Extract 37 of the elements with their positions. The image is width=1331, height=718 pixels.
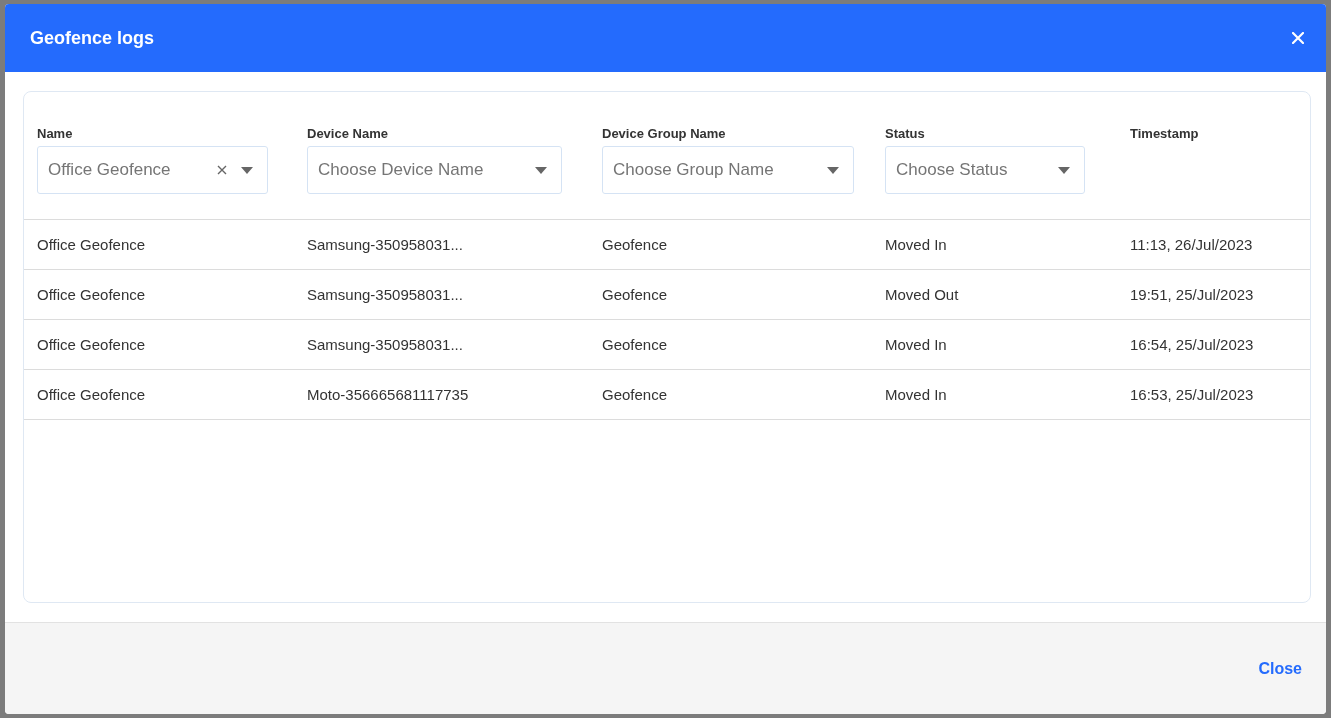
table-cell-text: Moved In xyxy=(885,236,948,253)
table-cell-text: Samsung-350958031... xyxy=(307,336,464,353)
close-button[interactable]: Close xyxy=(1258,655,1302,682)
filter-select[interactable]: Choose Device Name xyxy=(307,146,562,194)
table-cell-text: Office Geofence xyxy=(37,336,147,353)
filter-select[interactable]: Office Geofence xyxy=(37,146,268,194)
table-cell-text: Samsung-350958031... xyxy=(307,236,464,253)
close-icon[interactable] xyxy=(1292,32,1304,44)
table-cell-text: Office Geofence xyxy=(37,286,147,303)
column-header: Timestamp xyxy=(1130,126,1199,141)
table-cell-text: Samsung-350958031... xyxy=(307,286,464,303)
clear-icon[interactable] xyxy=(217,165,227,175)
table-cell-text: Geofence xyxy=(602,336,669,353)
table-cell-text: Moto-356665681117735 xyxy=(307,386,470,403)
column-header: Name xyxy=(37,126,73,141)
filter-select[interactable]: Choose Status xyxy=(885,146,1085,194)
table-cell-text: Office Geofence xyxy=(37,236,147,253)
window-title: Geofence logs xyxy=(30,27,155,49)
table-cell-text: Geofence xyxy=(602,236,669,253)
table-cell-text: 19:51, 25/Jul/2023 xyxy=(1130,286,1255,303)
column-header: Device Name xyxy=(307,126,388,141)
table-cell-text: Moved In xyxy=(885,336,948,353)
table-cell-text: Office Geofence xyxy=(37,386,147,403)
dropdown-caret-icon xyxy=(827,166,839,174)
dropdown-caret-icon xyxy=(535,166,547,174)
column-header: Device Group Name xyxy=(602,126,726,141)
dropdown-caret-icon xyxy=(1058,166,1070,174)
filter-select[interactable]: Choose Group Name xyxy=(602,146,854,194)
table-cell-text: 16:54, 25/Jul/2023 xyxy=(1130,336,1255,353)
dropdown-caret-icon xyxy=(241,166,253,174)
table-cell-text: Geofence xyxy=(602,386,669,403)
table-cell-text: 11:13, 26/Jul/2023 xyxy=(1130,236,1254,253)
table-cell-text: 16:53, 25/Jul/2023 xyxy=(1130,386,1255,403)
column-header: Status xyxy=(885,126,925,141)
table-cell-text: Geofence xyxy=(602,286,669,303)
table-cell-text: Moved Out xyxy=(885,286,960,303)
table-cell-text: Moved In xyxy=(885,386,948,403)
